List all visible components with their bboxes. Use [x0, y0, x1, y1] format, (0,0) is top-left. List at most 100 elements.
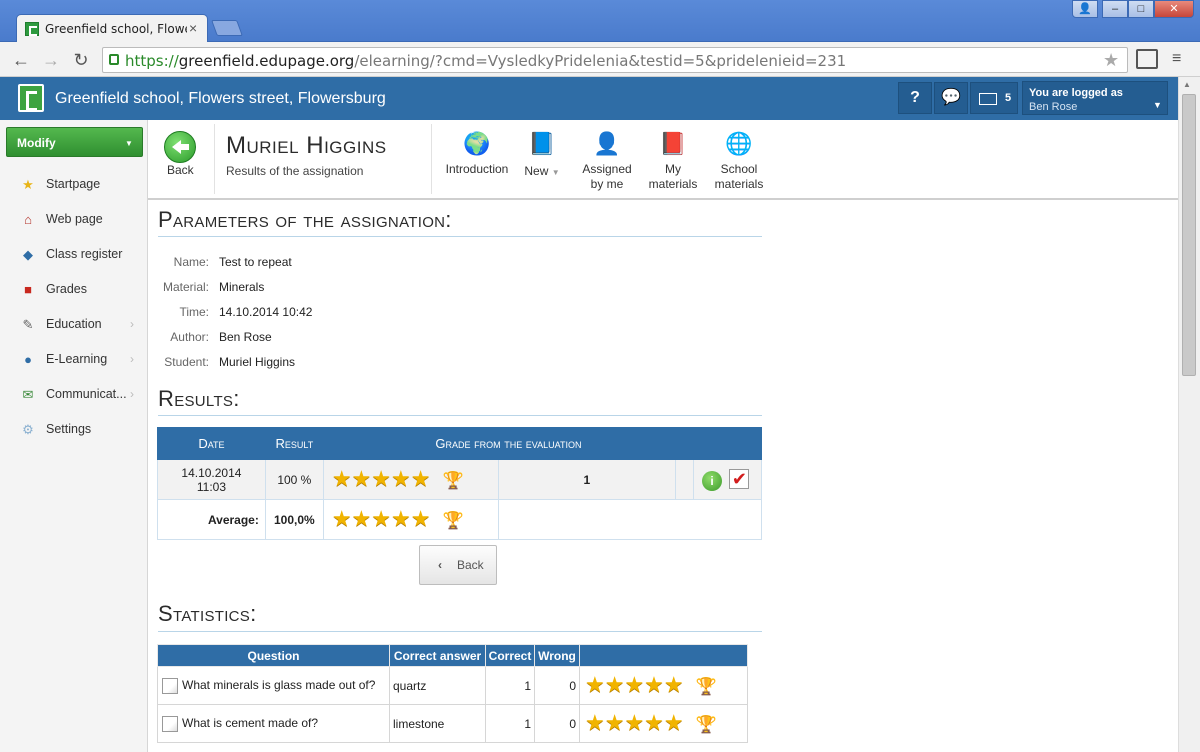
column-header: Result: [264, 427, 324, 460]
content-toolbar: Back Muriel Higgins Results of the assig…: [148, 120, 1178, 200]
sidebar-item-label: Settings: [46, 422, 92, 436]
sidebar-item-settings[interactable]: ⚙ Settings: [0, 413, 147, 447]
back-toolbar-button[interactable]: Back: [148, 120, 214, 198]
param-key: Time:: [179, 305, 209, 319]
rating-cell: ★★★★★ 🏆: [579, 704, 748, 743]
empty-cell: [497, 499, 763, 540]
question-cell: What minerals is glass made out of?: [157, 666, 390, 705]
sidebar-item-label: Startpage: [46, 177, 101, 191]
caret-down-icon: ▼: [1153, 100, 1162, 110]
edupage-logo-icon[interactable]: [18, 84, 44, 112]
sidebar-item-class-register[interactable]: ◆ Class register: [0, 238, 147, 272]
question-cell: What is cement made of?: [157, 704, 390, 743]
chat-bubbles-icon[interactable]: 💬: [934, 82, 968, 114]
close-window-button[interactable]: ✕: [1154, 0, 1194, 18]
trophy-icon: 🏆: [695, 715, 717, 734]
reload-icon[interactable]: ↻: [70, 50, 92, 70]
app-header: Greenfield school, Flowers street, Flowe…: [0, 77, 1178, 120]
sidebar-item-education[interactable]: ✎ Education ›: [0, 308, 147, 342]
toolbar-button-label: New ▼: [524, 164, 560, 178]
minimize-button[interactable]: –: [1102, 0, 1128, 18]
cast-icon[interactable]: [1136, 49, 1158, 69]
maximize-button[interactable]: □: [1128, 0, 1154, 18]
edupage-favicon-icon: [25, 22, 39, 36]
assigned-by-me-button[interactable]: 👤 Assigned by me: [571, 128, 643, 198]
forward-arrow-icon[interactable]: →: [40, 50, 62, 70]
vertical-scrollbar[interactable]: ▲: [1178, 77, 1200, 752]
divider: [431, 124, 432, 194]
table-row-average: Average: 100,0% ★★★★★ 🏆: [157, 499, 763, 540]
actions-cell: i ✔: [693, 459, 762, 500]
back-arrow-icon[interactable]: ←: [10, 50, 32, 70]
wrong-cell: 0: [534, 666, 580, 705]
five-star-rating-icon: ★★★★★: [331, 466, 431, 491]
param-value: Test to repeat: [219, 255, 292, 269]
introduction-button[interactable]: 🌍 Introduction: [441, 128, 513, 198]
house-icon: ⌂: [24, 212, 32, 227]
column-header: Question: [157, 644, 390, 667]
my-materials-button[interactable]: 📕 My materials: [637, 128, 709, 198]
school-name[interactable]: Greenfield school, Flowers street, Flowe…: [55, 90, 386, 108]
address-bar[interactable]: https://greenfield.edupage.org/elearning…: [102, 47, 1128, 73]
result-date-cell: 14.10.2014 11:03: [157, 459, 266, 500]
school-materials-button[interactable]: 🌐 School materials: [703, 128, 775, 198]
caret-down-icon: ▼: [551, 168, 560, 177]
divider: [158, 236, 762, 237]
user-name: Ben Rose: [1029, 101, 1078, 113]
globe-icon: ●: [24, 352, 32, 367]
book-icon: ◆: [23, 247, 33, 262]
scroll-up-arrow-icon[interactable]: ▲: [1183, 80, 1191, 89]
checkmark-icon[interactable]: ✔: [729, 468, 750, 489]
param-key: Student:: [164, 355, 209, 369]
sidebar-item-label: Web page: [46, 212, 103, 226]
sidebar-item-communication[interactable]: ✉ Communicat... ›: [0, 378, 147, 412]
new-tab-button[interactable]: [211, 20, 243, 36]
bookmark-star-icon[interactable]: ★: [1103, 50, 1119, 71]
sidebar: Modify ▼ ★ Startpage ⌂ Web page ◆ Class …: [0, 120, 148, 752]
spacer-cell: [675, 459, 695, 500]
toolbar-button-label: Assigned by me: [582, 162, 632, 191]
back-label: Back: [167, 163, 194, 177]
sidebar-item-label: E-Learning: [46, 352, 108, 366]
param-value: Minerals: [219, 280, 265, 294]
column-header-empty: [579, 644, 748, 667]
divider: [158, 415, 762, 416]
chevron-left-icon: ‹: [438, 558, 442, 572]
broken-image-icon: [162, 677, 178, 694]
url-text[interactable]: https://greenfield.edupage.org/elearning…: [125, 52, 846, 70]
param-value: 14.10.2014 10:42: [219, 305, 313, 319]
toolbar-button-label: School materials: [714, 162, 764, 191]
grade-cell: 1: [497, 459, 677, 500]
user-menu[interactable]: You are logged as Ben Rose ▼: [1022, 81, 1168, 115]
browser-tab[interactable]: Greenfield school, Flowers street, Flowe…: [16, 14, 208, 42]
help-button[interactable]: ?: [898, 82, 932, 114]
new-button[interactable]: 📘 New ▼: [506, 128, 578, 198]
rating-cell: ★★★★★ 🏆: [579, 666, 748, 705]
browser-menu-icon[interactable]: ≡: [1172, 50, 1186, 68]
scrollbar-thumb[interactable]: [1182, 94, 1196, 376]
new-book-icon: 📘: [528, 131, 556, 156]
table-header-row: Date Result Grade from the evaluation: [157, 427, 762, 460]
logged-as-label: You are logged as: [1029, 87, 1123, 99]
sidebar-item-e-learning[interactable]: ● E-Learning ›: [0, 343, 147, 377]
table-row: 14.10.2014 11:03 100 % ★★★★★ 🏆 1 i ✔: [157, 459, 762, 500]
profile-icon[interactable]: 👤: [1072, 0, 1098, 18]
five-star-rating-icon: ★★★★★: [585, 710, 684, 735]
section-heading-statistics: Statistics:: [158, 601, 257, 626]
globe-book-icon: 🌍: [463, 131, 491, 156]
info-icon[interactable]: i: [702, 470, 723, 491]
chevron-right-icon: ›: [130, 317, 134, 331]
sidebar-item-grades[interactable]: ■ Grades: [0, 273, 147, 307]
sidebar-item-startpage[interactable]: ★ Startpage: [0, 168, 147, 202]
toolbar-button-label: Introduction: [445, 162, 509, 176]
back-button[interactable]: ‹ Back: [419, 545, 497, 585]
tab-close-icon[interactable]: ×: [189, 20, 203, 36]
column-header: Correct: [485, 644, 535, 667]
lock-icon: [109, 54, 119, 65]
trophy-icon: 🏆: [695, 677, 717, 696]
sidebar-item-web-page[interactable]: ⌂ Web page: [0, 203, 147, 237]
messages-button[interactable]: 5: [970, 82, 1018, 114]
pencil-icon: ✎: [22, 317, 34, 332]
column-header: Wrong: [534, 644, 580, 667]
modify-button[interactable]: Modify ▼: [6, 127, 143, 157]
